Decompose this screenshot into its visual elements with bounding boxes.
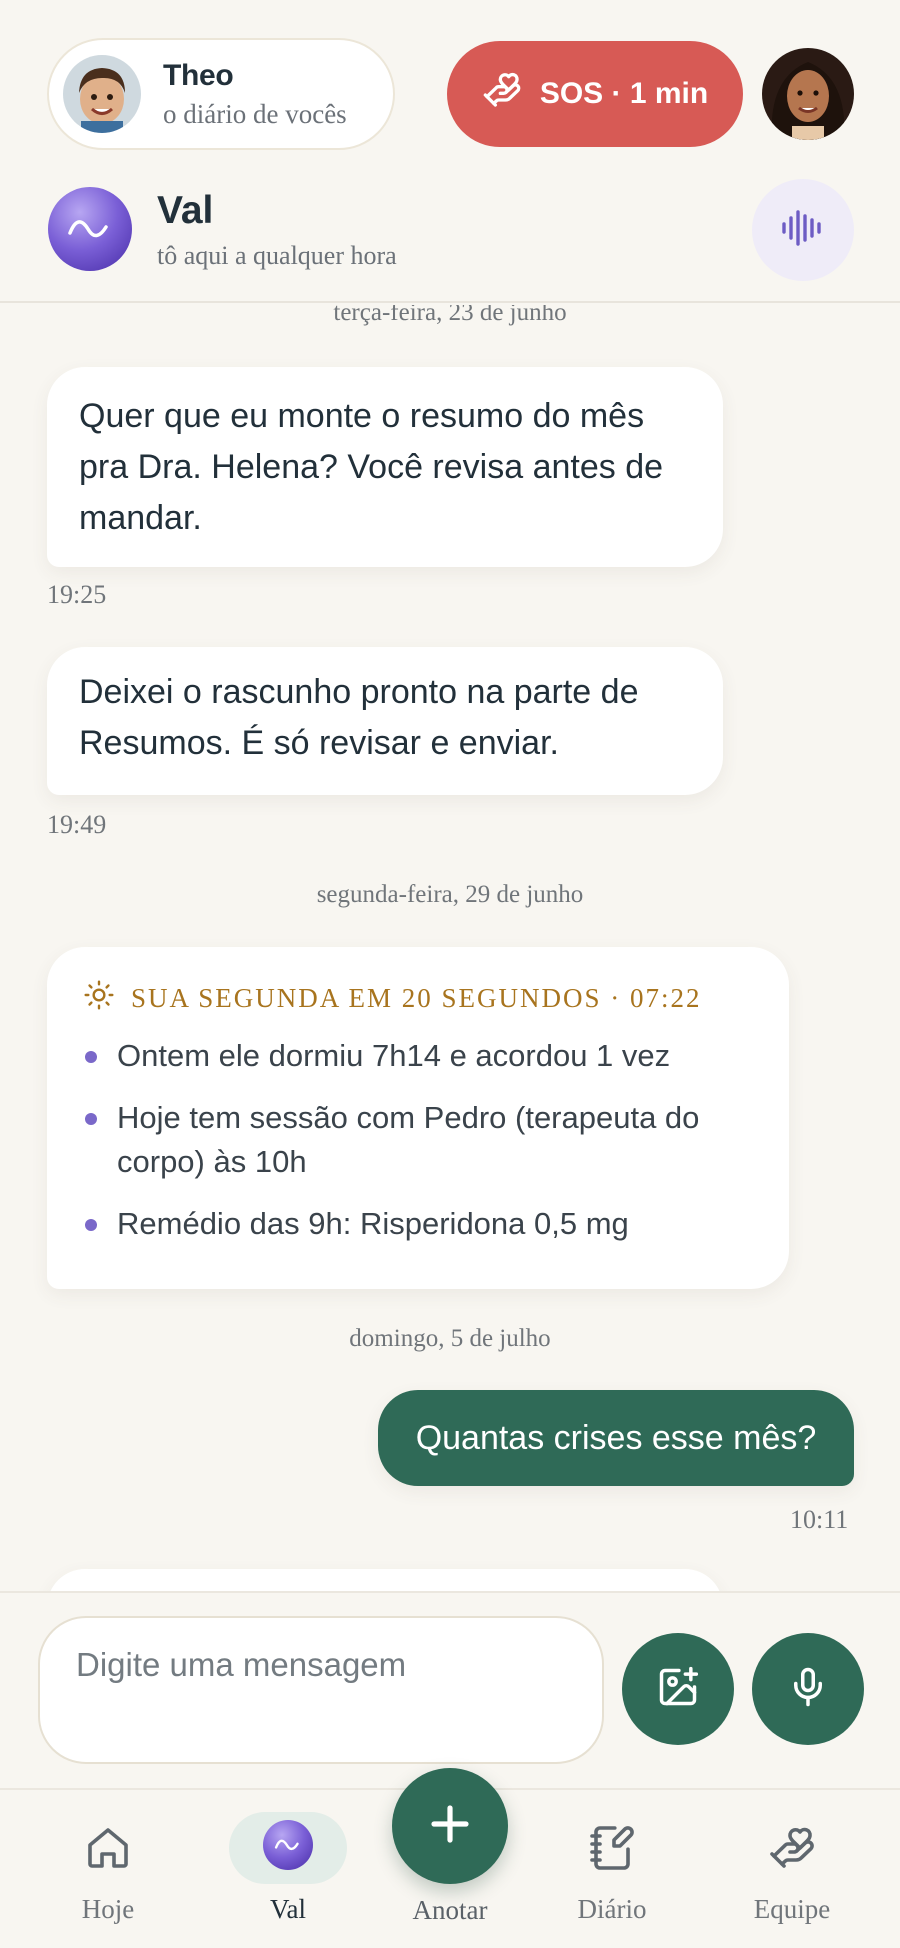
sos-button[interactable]: SOS · 1 min — [447, 41, 743, 147]
top-bar: Theo o diário de vocês SOS · 1 min — [0, 0, 900, 165]
home-icon — [84, 1824, 132, 1877]
child-subtitle: o diário de vocês — [163, 98, 347, 129]
nav-item-hoje[interactable]: Hoje — [28, 1790, 188, 1948]
message-bubble[interactable]: Quer que eu monte o resumo do mês pra Dr… — [47, 367, 723, 567]
plus-icon — [426, 1800, 474, 1853]
nav-item-diario[interactable]: Diário — [532, 1790, 692, 1948]
child-profile-switcher[interactable]: Theo o diário de vocês — [47, 38, 395, 150]
message-text: Quantas crises esse mês? — [415, 1418, 817, 1457]
summary-title: SUA SEGUNDA EM 20 SEGUNDOS · 07:22 — [131, 983, 702, 1013]
sun-icon — [83, 979, 115, 1018]
date-separator: domingo, 5 de julho — [349, 1325, 551, 1352]
voice-record-button[interactable] — [752, 1633, 864, 1745]
nav-label: Diário — [577, 1894, 647, 1924]
message-text: Quer que eu monte o resumo do mês pra Dr… — [79, 397, 664, 537]
assistant-name: Val — [157, 189, 214, 232]
waveform-icon — [780, 208, 826, 253]
nav-label: Equipe — [753, 1894, 831, 1924]
chat-thread[interactable]: terça-feira, 23 de junho Quer que eu mon… — [0, 305, 900, 1591]
nav-item-val[interactable]: Val — [208, 1790, 368, 1948]
add-note-label: Anotar — [412, 1895, 488, 1925]
message-bubble[interactable]: Deixei o rascunho pronto na parte de Res… — [47, 647, 723, 795]
message-time: 19:25 — [47, 580, 107, 609]
child-name: Theo — [163, 58, 234, 92]
outgoing-message-bubble[interactable]: Quantas crises esse mês? — [378, 1390, 854, 1486]
child-avatar — [63, 55, 141, 133]
summary-item: Hoje tem sessão com Pedro (terapeuta do … — [83, 1096, 753, 1184]
composer — [0, 1591, 900, 1788]
hand-heart-icon — [768, 1824, 816, 1877]
attach-photo-button[interactable] — [622, 1633, 734, 1745]
message-text: Deixei o rascunho pronto na parte de Res… — [79, 673, 639, 762]
hand-heart-icon — [482, 70, 522, 118]
summary-list: Ontem ele dormiu 7h14 e acordou 1 vez Ho… — [83, 1034, 753, 1246]
val-orb-icon — [263, 1820, 313, 1875]
date-separator: segunda-feira, 29 de junho — [316, 881, 584, 908]
assistant-header: Val tô aqui a qualquer hora — [0, 165, 900, 303]
nav-label: Hoje — [81, 1894, 135, 1924]
voice-mode-button[interactable] — [752, 179, 854, 281]
assistant-subtitle: tô aqui a qualquer hora — [157, 241, 397, 270]
daily-summary-card[interactable]: SUA SEGUNDA EM 20 SEGUNDOS · 07:22 Ontem… — [47, 947, 789, 1289]
nav-item-equipe[interactable]: Equipe — [712, 1790, 872, 1948]
message-bubble-partial[interactable] — [47, 1569, 723, 1591]
notebook-pen-icon — [588, 1824, 636, 1877]
add-note-button[interactable] — [392, 1768, 508, 1884]
user-avatar[interactable] — [762, 48, 854, 140]
microphone-icon — [787, 1666, 829, 1713]
summary-item: Remédio das 9h: Risperidona 0,5 mg — [83, 1202, 753, 1246]
summary-item: Ontem ele dormiu 7h14 e acordou 1 vez — [83, 1034, 753, 1078]
val-orb-icon — [48, 187, 132, 271]
message-input[interactable] — [38, 1616, 604, 1764]
message-time: 19:49 — [47, 810, 107, 839]
nav-label: Val — [270, 1894, 306, 1924]
date-separator: terça-feira, 23 de junho — [333, 305, 567, 326]
image-add-icon — [656, 1665, 700, 1714]
message-time: 10:11 — [790, 1505, 849, 1534]
sos-label: SOS · 1 min — [539, 77, 709, 110]
